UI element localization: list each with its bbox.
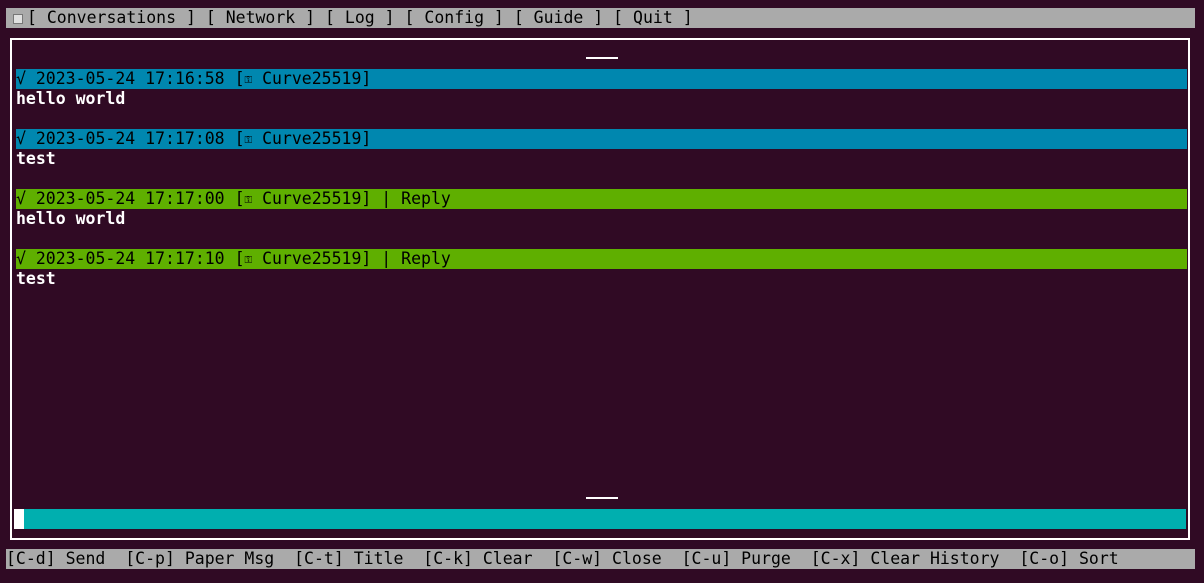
message-timestamp: 2023-05-24 17:17:00 [35,189,225,208]
message-body: test [16,149,56,168]
menu-conversations[interactable]: [ Conversations ] [27,8,196,27]
hotkey-bar: [C-d] Send [C-p] Paper Msg [C-t] Title [… [6,549,1195,569]
reply-label: | Reply [371,249,451,268]
message-header[interactable]: √ 2023-05-24 17:16:58 [⚿ Curve25519] [16,69,1187,89]
hotkey-title[interactable]: [C-t] Title [294,549,403,568]
scroll-top-indicator [586,57,618,59]
menu-network[interactable]: [ Network ] [206,8,315,27]
encryption-method: Curve25519] [262,69,372,88]
message-timestamp: 2023-05-24 17:17:10 [35,249,225,268]
message-header[interactable]: √ 2023-05-24 17:17:00 [⚿ Curve25519] | R… [16,189,1187,209]
message-header[interactable]: √ 2023-05-24 17:17:08 [⚿ Curve25519] [16,129,1187,149]
delivered-check-icon: √ [16,189,26,208]
message-timestamp: 2023-05-24 17:16:58 [35,69,225,88]
open-bracket: [ [234,129,245,148]
nomadnet-window: [ Conversations ] [ Network ] [ Log ] [ … [0,0,1204,583]
message-timestamp: 2023-05-24 17:17:08 [35,129,225,148]
message-input[interactable] [14,509,1186,529]
hotkey-close[interactable]: [C-w] Close [552,549,661,568]
delivered-check-icon: √ [16,249,26,268]
hotkey-sort[interactable]: [C-o] Sort [1019,549,1118,568]
open-bracket: [ [234,249,245,268]
open-bracket: [ [234,189,245,208]
key-icon: ⚿ [244,135,253,146]
menu-quit[interactable]: [ Quit ] [613,8,692,27]
conversation-frame: √ 2023-05-24 17:16:58 [⚿ Curve25519] hel… [10,38,1190,540]
encryption-method: Curve25519] [262,189,372,208]
key-icon: ⚿ [244,255,253,266]
hotkey-clear[interactable]: [C-k] Clear [423,549,532,568]
delivered-check-icon: √ [16,129,26,148]
encryption-method: Curve25519] [262,129,372,148]
text-cursor [14,509,24,529]
message-header[interactable]: √ 2023-05-24 17:17:10 [⚿ Curve25519] | R… [16,249,1187,269]
top-menu-bar: [ Conversations ] [ Network ] [ Log ] [ … [6,8,1195,28]
key-icon: ⚿ [244,195,253,206]
message-body: hello world [16,209,126,228]
hotkey-send[interactable]: [C-d] Send [6,549,105,568]
key-icon: ⚿ [244,75,253,86]
app-icon [13,13,23,24]
menu-guide[interactable]: [ Guide ] [514,8,603,27]
scroll-bottom-indicator [586,497,618,499]
message-body: test [16,269,56,288]
reply-label: | Reply [371,189,451,208]
encryption-method: Curve25519] [262,249,372,268]
delivered-check-icon: √ [16,69,26,88]
open-bracket: [ [234,69,245,88]
hotkey-clear-history[interactable]: [C-x] Clear History [811,549,1000,568]
menu-log[interactable]: [ Log ] [325,8,395,27]
menu-config[interactable]: [ Config ] [405,8,504,27]
hotkey-purge[interactable]: [C-u] Purge [682,549,791,568]
hotkey-paper-msg[interactable]: [C-p] Paper Msg [125,549,274,568]
message-body: hello world [16,89,126,108]
